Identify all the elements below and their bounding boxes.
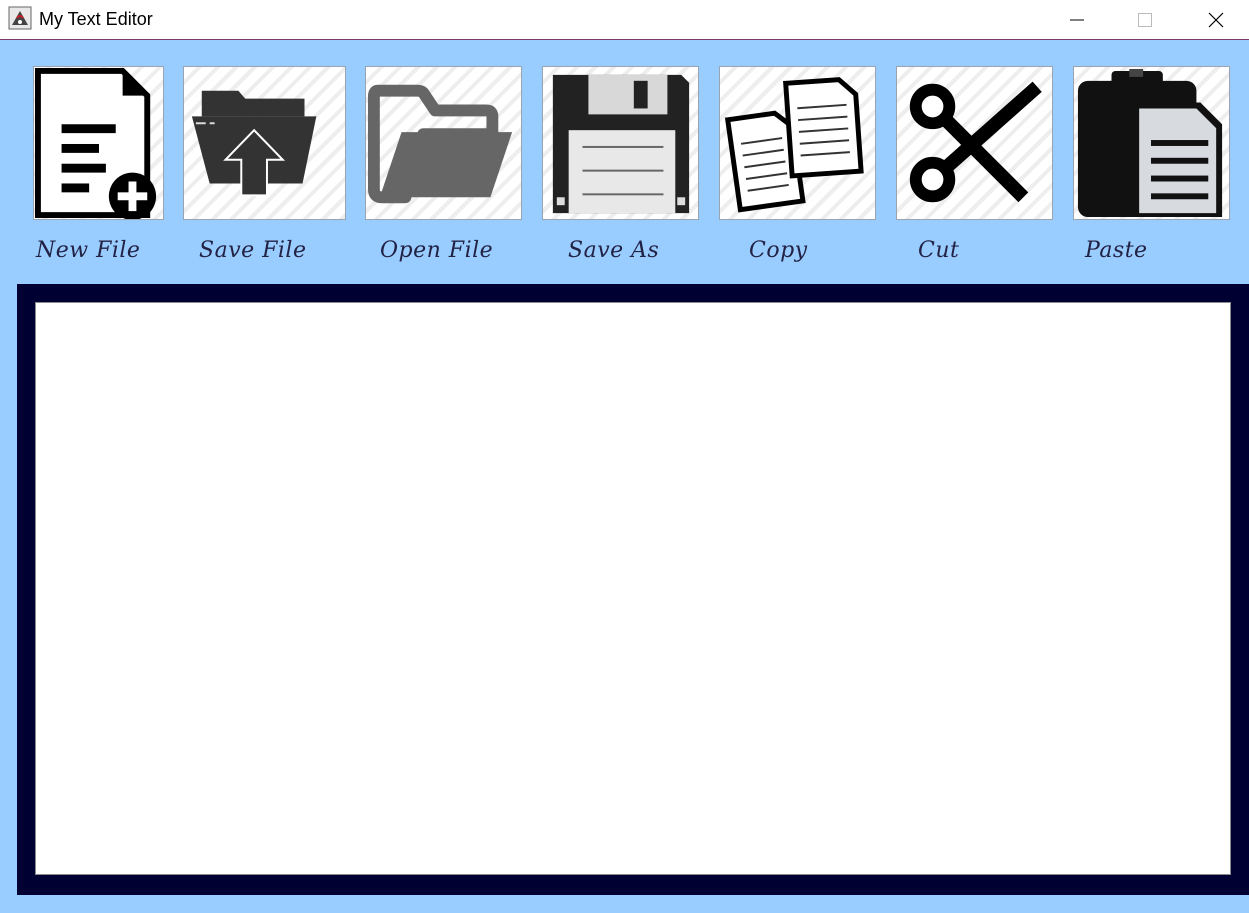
copy-label: Copy xyxy=(749,238,808,263)
minimize-icon xyxy=(1069,12,1085,28)
paste-label: Paste xyxy=(1085,238,1148,263)
title-bar[interactable]: My Text Editor xyxy=(0,0,1249,40)
close-icon xyxy=(1208,12,1224,28)
cut-label: Cut xyxy=(918,238,960,263)
save-as-button[interactable] xyxy=(542,66,699,220)
new-file-label: New File xyxy=(36,238,141,263)
copy-button[interactable] xyxy=(719,66,876,220)
close-button[interactable] xyxy=(1193,0,1239,40)
open-file-button[interactable] xyxy=(365,66,522,220)
save-file-button[interactable] xyxy=(183,66,346,220)
java-app-icon xyxy=(8,6,32,30)
cut-button[interactable] xyxy=(896,66,1053,220)
minimize-button[interactable] xyxy=(1054,0,1100,40)
maximize-icon xyxy=(1137,12,1153,28)
open-file-label: Open File xyxy=(380,238,494,263)
text-editor-area[interactable] xyxy=(35,302,1231,875)
paste-button[interactable] xyxy=(1073,66,1230,220)
window-title: My Text Editor xyxy=(39,9,153,29)
new-file-button[interactable] xyxy=(33,66,164,220)
maximize-button[interactable] xyxy=(1122,0,1168,40)
save-file-label: Save File xyxy=(199,238,307,263)
save-as-label: Save As xyxy=(568,238,660,263)
